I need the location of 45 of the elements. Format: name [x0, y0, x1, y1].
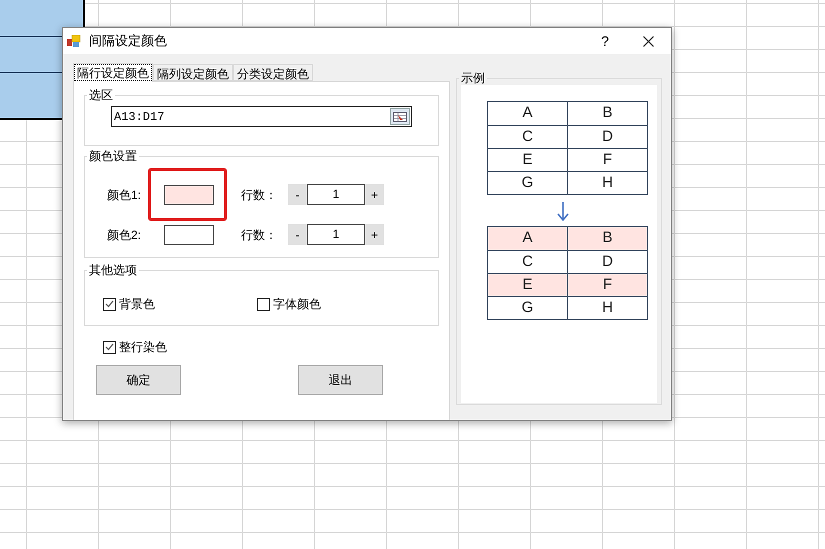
check-icon — [105, 300, 114, 308]
checkbox[interactable]: 整行染色 — [103, 338, 167, 356]
close-icon — [642, 36, 654, 46]
increment-button[interactable]: + — [365, 224, 384, 245]
check-icon — [105, 343, 114, 351]
checkbox[interactable]: 背景色 — [103, 295, 257, 313]
down-arrow-icon — [557, 202, 569, 221]
group-title: 其他选项 — [88, 263, 138, 277]
color-swatch[interactable] — [164, 184, 214, 204]
color-label: 颜色2: — [107, 226, 142, 244]
count-label: 行数： — [241, 226, 278, 244]
dialog-button[interactable]: 确定 — [96, 365, 181, 395]
table-cell-text: G — [520, 173, 534, 193]
tab[interactable]: 分类设定颜色 — [233, 64, 313, 81]
range-picker-button[interactable] — [390, 108, 410, 125]
color-swatch[interactable] — [164, 224, 214, 244]
table-cell-text: E — [521, 150, 534, 170]
table-cell-text: A — [521, 228, 534, 248]
app-icon — [67, 34, 81, 48]
table-cell-text: C — [521, 127, 534, 147]
range-picker-icon — [393, 112, 407, 122]
count-label: 行数： — [241, 186, 278, 204]
table-cell-text: G — [520, 298, 534, 318]
range-value: A13:D17 — [113, 108, 166, 126]
checkbox[interactable]: 字体颜色 — [257, 295, 321, 313]
group-title: 示例 — [460, 71, 486, 85]
increment-button[interactable]: + — [365, 184, 384, 205]
tab[interactable]: 隔行设定颜色 — [73, 63, 153, 82]
dialog-button[interactable]: 退出 — [298, 365, 383, 395]
table-cell: H — [567, 172, 647, 194]
table-cell-text: A — [521, 103, 534, 123]
count-field[interactable]: 1 — [307, 184, 365, 205]
table-cell-text: C — [521, 252, 534, 272]
group-title: 颜色设置 — [88, 149, 138, 163]
group-title: 选区 — [88, 88, 114, 102]
color-label: 颜色1: — [107, 186, 142, 204]
table-cell-text: E — [521, 275, 534, 295]
count-field[interactable]: 1 — [307, 224, 365, 245]
decrement-button[interactable]: - — [288, 224, 307, 245]
range-field[interactable]: A13:D17 — [111, 106, 412, 127]
window-title: 间隔设定颜色 — [89, 32, 167, 50]
tab[interactable]: 隔列设定颜色 — [153, 64, 233, 81]
decrement-button[interactable]: - — [288, 184, 307, 205]
table-cell: H — [567, 297, 647, 319]
help-button[interactable]: ? — [585, 28, 625, 54]
